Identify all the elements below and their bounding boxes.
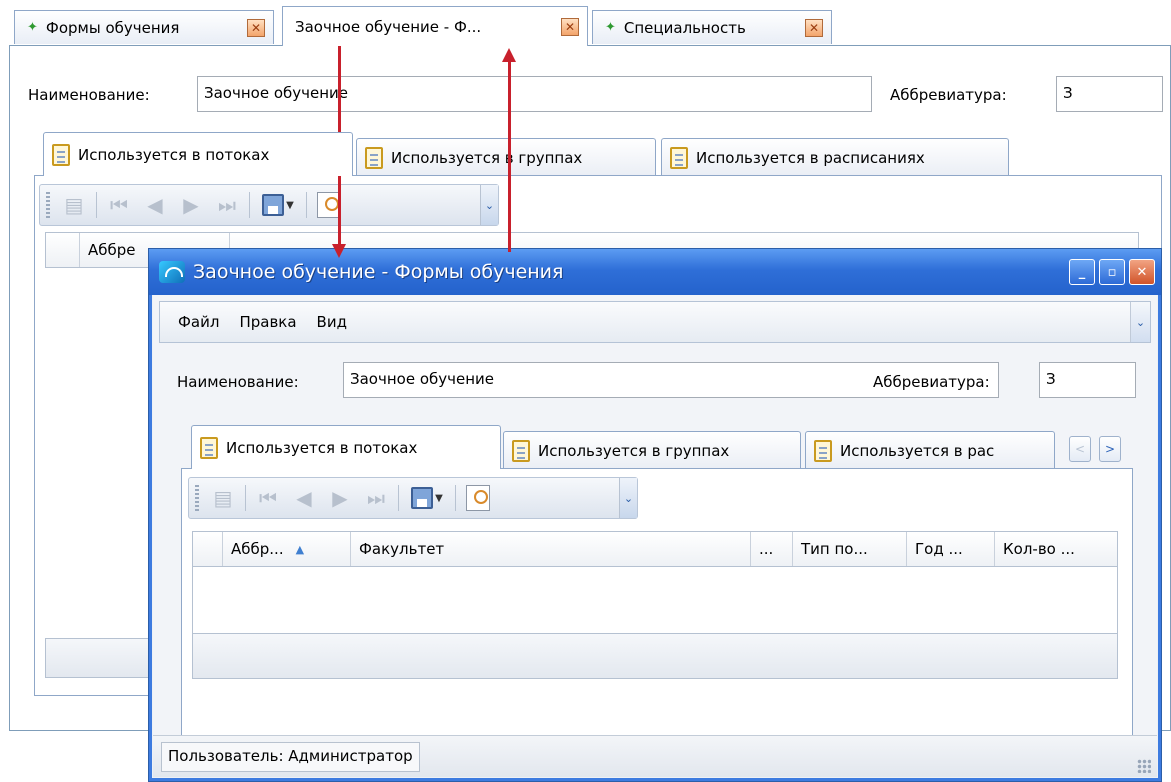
- document-icon: [814, 439, 832, 462]
- tab-used-in-groups[interactable]: Используется в группах: [503, 431, 801, 469]
- navigation-toolbar: ▤ ⏮ ◀ ▶ ⏭ ▼ ⌄: [39, 184, 499, 226]
- previous-record-icon[interactable]: ◀: [286, 482, 322, 514]
- window-title: Заочное обучение - Формы обучения: [193, 261, 564, 283]
- column-header-count[interactable]: Кол-во ...: [995, 532, 1117, 566]
- window-body: Файл Правка Вид ⌄ Наименование: Заочное …: [153, 295, 1157, 777]
- column-header-ellipsis[interactable]: ...: [751, 532, 793, 566]
- column-header-year[interactable]: Год ...: [907, 532, 995, 566]
- app-icon: [159, 261, 185, 283]
- tab-used-in-schedules[interactable]: Используется в расписаниях: [661, 138, 1009, 176]
- document-icon: [200, 436, 218, 459]
- document-icon: [670, 146, 688, 169]
- chevron-down-icon[interactable]: ⌄: [480, 185, 498, 225]
- tab-label: Используется в потоках: [78, 145, 270, 164]
- document-icon: [512, 439, 530, 462]
- abbr-field[interactable]: З: [1056, 76, 1163, 112]
- separator: [455, 485, 456, 511]
- toolbar-grip[interactable]: [195, 485, 199, 511]
- status-bar: Пользователь: Администратор: [153, 735, 1157, 777]
- separator: [398, 485, 399, 511]
- first-record-icon[interactable]: ⏮: [250, 482, 286, 514]
- save-icon[interactable]: ▼: [403, 482, 451, 514]
- document-icon: [52, 143, 70, 166]
- mdi-tab-specialty[interactable]: ✦ Специальность ✕: [592, 10, 832, 44]
- tab-label: Используется в потоках: [226, 438, 418, 457]
- tab-used-in-streams[interactable]: Используется в потоках: [43, 132, 353, 176]
- close-icon[interactable]: ✕: [561, 17, 579, 36]
- arrow-head-down: [332, 244, 346, 258]
- first-record-icon[interactable]: ⏮: [101, 189, 137, 221]
- mdi-tab-label: Формы обучения: [45, 18, 180, 37]
- tab-label: Используется в рас: [840, 441, 995, 460]
- separator: [306, 192, 307, 218]
- next-record-icon[interactable]: ▶: [173, 189, 209, 221]
- close-icon[interactable]: ✕: [805, 18, 823, 37]
- row-selector-header: [193, 532, 223, 566]
- status-user: Пользователь: Администратор: [161, 742, 420, 772]
- record-list-icon[interactable]: ▤: [205, 482, 241, 514]
- tab-label: Используется в группах: [391, 148, 583, 167]
- abbr-label: Аббревиатура:: [890, 86, 1007, 104]
- tab-label: Используется в расписаниях: [696, 148, 925, 167]
- popup-window: Заочное обучение - Формы обучения _ ▫ ✕ …: [148, 248, 1162, 782]
- document-icon: [365, 146, 383, 169]
- title-bar[interactable]: Заочное обучение - Формы обучения _ ▫ ✕: [149, 249, 1161, 295]
- separator: [249, 192, 250, 218]
- green-star-icon: ✦: [605, 20, 616, 35]
- tab-used-in-groups[interactable]: Используется в группах: [356, 138, 656, 176]
- tab-scroll-right-icon[interactable]: >: [1099, 436, 1121, 462]
- column-header-type[interactable]: Тип по...: [793, 532, 907, 566]
- tab-used-in-streams[interactable]: Используется в потоках: [191, 425, 501, 469]
- green-star-icon: ✦: [27, 20, 38, 35]
- row-selector-header: [46, 233, 80, 267]
- mdi-tab-correspondence[interactable]: Заочное обучение - Ф... ✕: [282, 6, 588, 46]
- menu-file[interactable]: Файл: [168, 313, 229, 331]
- tab-scroll-left-icon[interactable]: <: [1069, 436, 1091, 462]
- next-record-icon[interactable]: ▶: [322, 482, 358, 514]
- record-list-icon[interactable]: ▤: [56, 189, 92, 221]
- tab-used-in-schedules[interactable]: Используется в рас: [805, 431, 1055, 469]
- separator: [96, 192, 97, 218]
- mdi-tab-forms[interactable]: ✦ Формы обучения ✕: [14, 10, 274, 44]
- menu-bar: Файл Правка Вид ⌄: [159, 301, 1151, 343]
- column-header-faculty[interactable]: Факультет: [351, 532, 751, 566]
- chevron-down-icon[interactable]: ⌄: [1130, 302, 1150, 342]
- search-icon[interactable]: [311, 189, 347, 221]
- close-icon[interactable]: ✕: [247, 18, 265, 37]
- mdi-tab-label: Заочное обучение - Ф...: [295, 17, 482, 36]
- save-icon[interactable]: ▼: [254, 189, 302, 221]
- column-header-abbr[interactable]: Аббр... ▲: [223, 532, 351, 566]
- column-header-label: Аббр...: [231, 540, 284, 558]
- name-label: Наименование:: [177, 373, 299, 391]
- name-field[interactable]: Заочное обучение: [197, 76, 872, 112]
- separator: [245, 485, 246, 511]
- arrow-head-up: [502, 48, 516, 62]
- annotation-arrow-up: [508, 62, 511, 252]
- menu-edit[interactable]: Правка: [229, 313, 306, 331]
- last-record-icon[interactable]: ⏭: [209, 189, 245, 221]
- last-record-icon[interactable]: ⏭: [358, 482, 394, 514]
- name-label: Наименование:: [28, 86, 150, 104]
- menu-view[interactable]: Вид: [307, 313, 357, 331]
- minimize-button[interactable]: _: [1069, 259, 1095, 285]
- chevron-down-icon[interactable]: ⌄: [619, 478, 637, 518]
- tab-label: Используется в группах: [538, 441, 730, 460]
- close-button[interactable]: ✕: [1129, 259, 1155, 285]
- grid-body[interactable]: [192, 567, 1118, 633]
- resize-grip-icon[interactable]: [1137, 759, 1151, 773]
- toolbar-grip[interactable]: [46, 192, 50, 218]
- abbr-label: Аббревиатура:: [873, 373, 990, 391]
- maximize-button[interactable]: ▫: [1099, 259, 1125, 285]
- tab-content: ▤ ⏮ ◀ ▶ ⏭ ▼ ⌄ Аббр... ▲ Факультет ... Ти…: [181, 468, 1133, 746]
- search-icon[interactable]: [460, 482, 496, 514]
- navigation-toolbar: ▤ ⏮ ◀ ▶ ⏭ ▼ ⌄: [188, 477, 638, 519]
- previous-record-icon[interactable]: ◀: [137, 189, 173, 221]
- abbr-field[interactable]: З: [1039, 362, 1136, 398]
- mdi-tab-label: Специальность: [623, 18, 746, 37]
- sort-ascending-icon: ▲: [295, 542, 305, 556]
- grid-header: Аббр... ▲ Факультет ... Тип по... Год ..…: [192, 531, 1118, 567]
- grid-footer: [192, 633, 1118, 679]
